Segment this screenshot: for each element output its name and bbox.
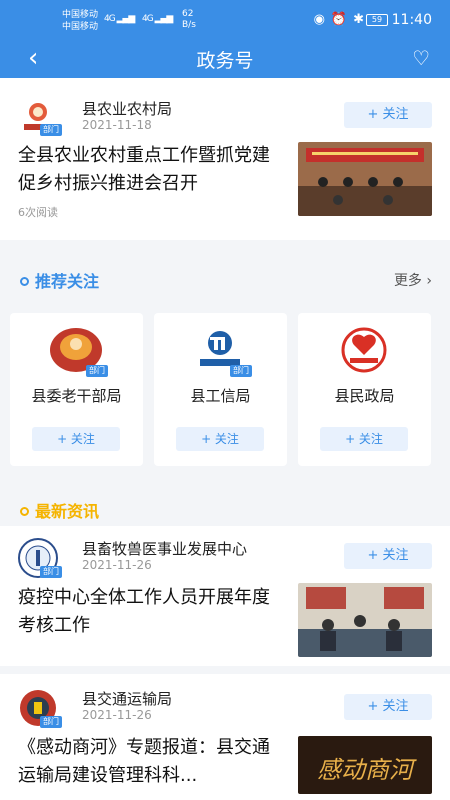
dept-badge: 部门 <box>86 365 108 377</box>
follow-button[interactable]: + 关注 <box>344 694 432 720</box>
signal-icon-2: 4G ▂▄▆ <box>142 14 173 24</box>
nav-bar: ‹ 政务号 ♡ <box>0 42 450 78</box>
heart-plus-icon[interactable]: ♡ <box>412 46 430 70</box>
recommend-name: 县工信局 <box>190 387 251 405</box>
follow-button[interactable]: + 关注 <box>344 543 432 569</box>
article-headline[interactable]: 全县农业农村重点工作暨抓党建促乡村振兴推进会召开 <box>18 142 286 198</box>
bluetooth-icon: ✱ <box>353 12 364 27</box>
article-thumbnail[interactable] <box>298 583 432 657</box>
follow-button[interactable]: + 关注 <box>176 427 264 451</box>
dept-badge: 部门 <box>40 716 62 728</box>
article-card[interactable]: 部门 县农业农村局 2021-11-18 + 关注 全县农业农村重点工作暨抓党建… <box>0 78 450 240</box>
dot-icon <box>20 277 29 286</box>
clock: 11:40 <box>391 12 432 28</box>
read-count: 6次阅读 <box>18 206 58 219</box>
alarm-icon: ⏰ <box>330 12 348 27</box>
article-thumbnail[interactable] <box>298 142 432 216</box>
dept-badge: 部门 <box>40 124 62 136</box>
section-recommend-title: 推荐关注 <box>20 268 99 292</box>
avatar <box>334 327 394 373</box>
civil-affairs-logo-icon <box>341 327 387 373</box>
recommend-name: 县民政局 <box>334 387 395 405</box>
article-card[interactable]: 部门 县畜牧兽医事业发展中心 2021-11-26 + 关注 疫控中心全体工作人… <box>0 526 450 666</box>
article-date: 2021-11-26 <box>82 708 152 722</box>
thumbnail-title: 感动商河 <box>317 756 413 784</box>
article-headline[interactable]: 《感动商河》专题报道：县交通运输局建设管理科科... <box>18 734 286 790</box>
meeting-photo-icon <box>298 142 432 216</box>
article-date: 2021-11-26 <box>82 558 152 572</box>
source-name[interactable]: 县农业农村局 <box>82 98 172 119</box>
dept-badge: 部门 <box>40 566 62 578</box>
article-date: 2021-11-18 <box>82 118 152 132</box>
follow-button[interactable]: + 关注 <box>344 102 432 128</box>
battery-icon: 59 <box>366 14 388 26</box>
follow-button[interactable]: + 关注 <box>32 427 120 451</box>
net-speed: 62 B/s <box>182 9 196 30</box>
article-headline[interactable]: 疫控中心全体工作人员开展年度考核工作 <box>18 584 286 640</box>
signal-icon: 4G ▂▄▆ <box>104 14 135 24</box>
status-bar: 中国移动 中国移动 4G ▂▄▆ 4G ▂▄▆ 62 B/s ◉ ⏰ ✱ 59 … <box>0 0 450 42</box>
article-thumbnail[interactable]: 感动商河 <box>298 736 432 794</box>
recommend-name: 县委老干部局 <box>31 387 122 405</box>
recommend-card[interactable]: 部门 县工信局 + 关注 <box>154 313 287 466</box>
recommend-card[interactable]: 县民政局 + 关注 <box>298 313 431 466</box>
follow-button[interactable]: + 关注 <box>320 427 408 451</box>
status-icons: ◉ ⏰ ✱ <box>314 12 364 27</box>
article-card[interactable]: 部门 县交通运输局 2021-11-26 + 关注 《感动商河》专题报道：县交通… <box>0 674 450 800</box>
section-latest-title: 最新资讯 <box>20 498 99 522</box>
more-link[interactable]: 更多 › <box>394 270 432 290</box>
carrier-info: 中国移动 中国移动 <box>62 10 99 32</box>
source-name[interactable]: 县畜牧兽医事业发展中心 <box>82 538 247 559</box>
dot-icon <box>20 507 29 516</box>
eye-icon: ◉ <box>313 12 325 27</box>
page-title: 政务号 <box>196 50 254 72</box>
office-photo-icon <box>298 583 432 657</box>
dept-badge: 部门 <box>230 365 252 377</box>
recommend-card[interactable]: 部门 县委老干部局 + 关注 <box>10 313 143 466</box>
source-name[interactable]: 县交通运输局 <box>82 688 172 709</box>
